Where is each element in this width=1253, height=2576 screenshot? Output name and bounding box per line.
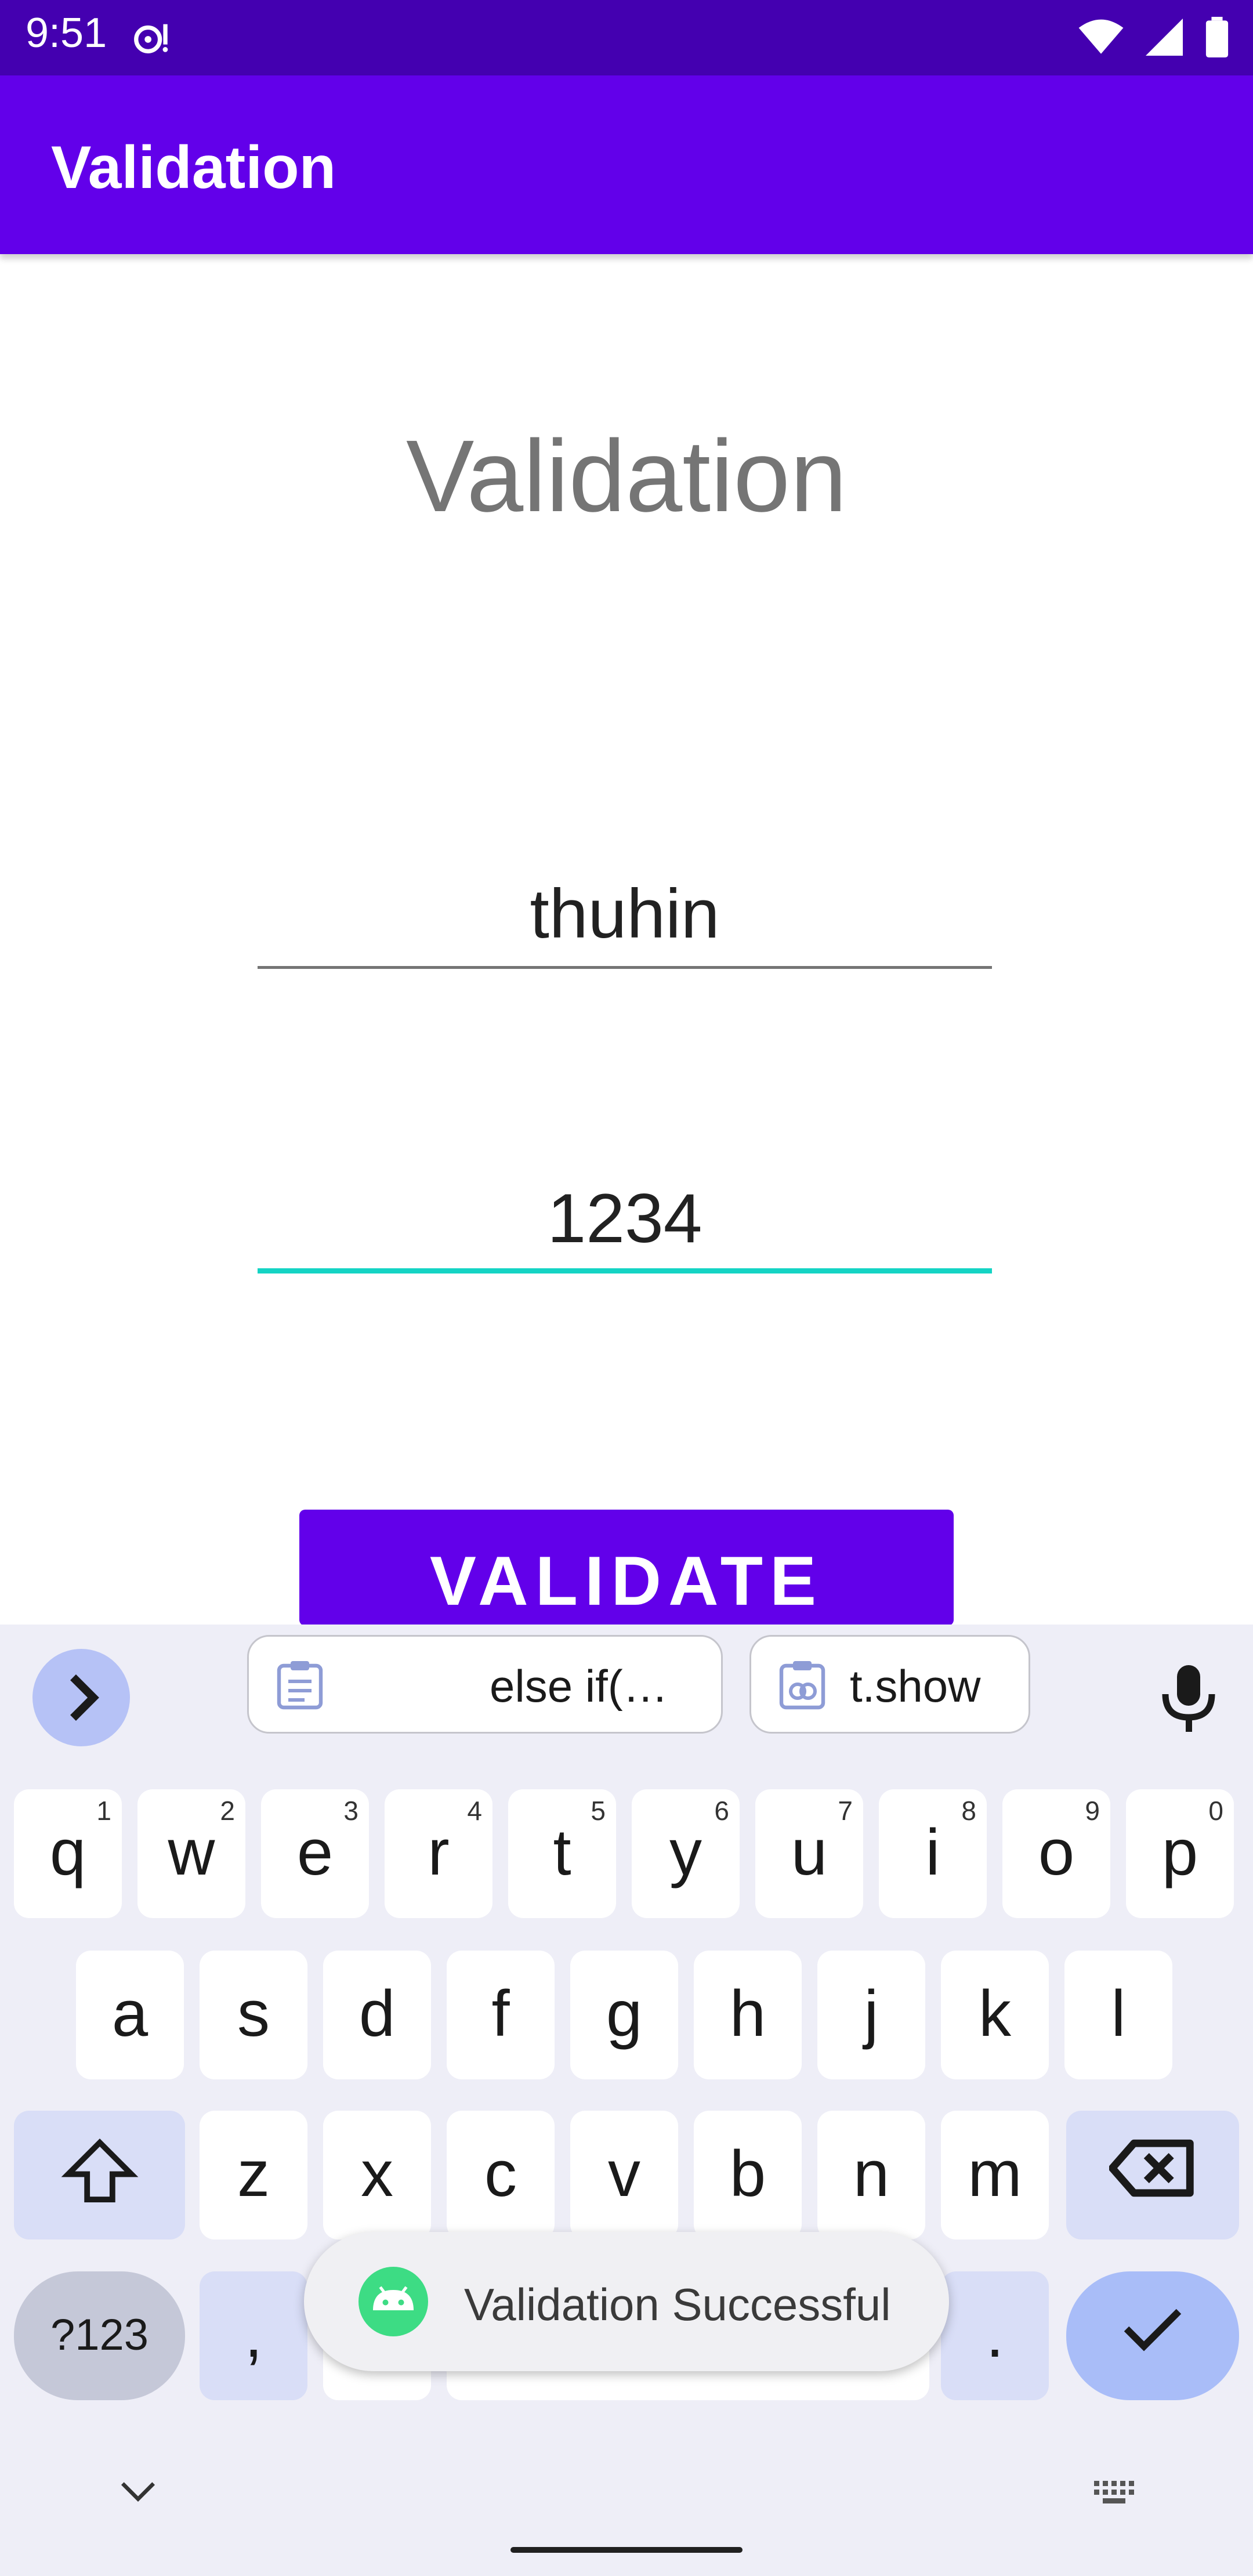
key-x[interactable]: x: [323, 2111, 431, 2239]
key-hint: 4: [467, 1796, 482, 1826]
key-hint: 3: [343, 1796, 358, 1826]
wifi-icon: [1078, 19, 1124, 54]
key-l[interactable]: l: [1064, 1951, 1172, 2079]
media-notification-icon: [134, 24, 168, 53]
key-label: w: [168, 1816, 215, 1888]
key-hint: 0: [1208, 1796, 1223, 1826]
key-e[interactable]: e3: [261, 1789, 369, 1918]
key-label: e: [296, 1816, 334, 1888]
key-hint: 6: [714, 1796, 729, 1826]
clipboard-suggestion-1[interactable]: else if(…: [247, 1635, 723, 1734]
checkmark-icon: [1124, 2309, 1182, 2351]
backspace-key[interactable]: [1066, 2111, 1239, 2239]
key-hint: 5: [591, 1796, 606, 1826]
username-value: thuhin: [530, 875, 720, 953]
password-value: 1234: [547, 1180, 702, 1257]
key-s[interactable]: s: [200, 1951, 307, 2079]
key-z[interactable]: z: [200, 2111, 307, 2239]
key-label: i: [925, 1816, 940, 1888]
key-hint: 9: [1085, 1796, 1100, 1826]
key-k[interactable]: k: [941, 1951, 1049, 2079]
key-r[interactable]: r4: [385, 1789, 492, 1918]
key-f[interactable]: f: [447, 1951, 555, 2079]
key-w[interactable]: w2: [137, 1789, 245, 1918]
toast-message: Validation Successful: [304, 2232, 949, 2371]
cellular-signal-icon: [1146, 19, 1183, 56]
key-n[interactable]: n: [817, 2111, 925, 2239]
symbols-key[interactable]: ?123: [14, 2271, 185, 2400]
shift-key[interactable]: [14, 2111, 185, 2239]
key-i[interactable]: i8: [879, 1789, 987, 1918]
shift-icon: [61, 2138, 138, 2202]
soft-keyboard: else if(… t.show: [0, 1625, 1253, 2576]
password-field[interactable]: 1234: [258, 1172, 992, 1273]
period-key[interactable]: .: [941, 2271, 1049, 2400]
key-label: t: [553, 1816, 571, 1888]
done-key[interactable]: [1066, 2271, 1239, 2400]
key-label: o: [1038, 1816, 1075, 1888]
key-v[interactable]: v: [570, 2111, 678, 2239]
status-bar: 9:51: [0, 0, 1253, 75]
battery-icon: [1205, 17, 1229, 57]
key-label: q: [49, 1816, 86, 1888]
toast-text: Validation Successful: [464, 2279, 891, 2330]
home-indicator[interactable]: [510, 2547, 743, 2553]
key-q[interactable]: q1: [14, 1789, 122, 1918]
key-label: r: [428, 1816, 450, 1888]
key-hint: 1: [96, 1796, 111, 1826]
key-d[interactable]: d: [323, 1951, 431, 2079]
key-g[interactable]: g: [570, 1951, 678, 2079]
password-underline-focused: [258, 1268, 992, 1273]
key-label: u: [791, 1816, 828, 1888]
chevron-down-icon[interactable]: [115, 2474, 161, 2509]
app-title: Validation: [51, 134, 336, 201]
comma-key[interactable]: ,: [200, 2271, 307, 2400]
key-c[interactable]: c: [447, 2111, 555, 2239]
status-time: 9:51: [26, 10, 107, 56]
key-y[interactable]: y6: [632, 1789, 740, 1918]
key-o[interactable]: o9: [1002, 1789, 1110, 1918]
key-p[interactable]: p0: [1126, 1789, 1234, 1918]
microphone-icon[interactable]: [1157, 1665, 1221, 1735]
key-label: p: [1161, 1816, 1198, 1888]
key-a[interactable]: a: [76, 1951, 184, 2079]
suggestion-text: t.show: [850, 1660, 981, 1712]
chevron-right-icon: [70, 1674, 99, 1721]
username-underline: [258, 966, 992, 969]
key-hint: 2: [220, 1796, 235, 1826]
page-heading: Validation: [406, 419, 847, 533]
key-hint: 8: [961, 1796, 976, 1826]
keyboard-icon[interactable]: [1091, 2477, 1143, 2512]
clipboard-link-icon: [779, 1661, 825, 1710]
key-label: y: [669, 1816, 702, 1888]
app-bar: Validation: [0, 75, 1253, 254]
clipboard-suggestion-2[interactable]: t.show: [749, 1635, 1030, 1734]
suggestion-text: else if(…: [490, 1660, 668, 1712]
key-j[interactable]: j: [817, 1951, 925, 2079]
expand-toolbar-button[interactable]: [32, 1649, 130, 1746]
clipboard-icon: [277, 1661, 323, 1710]
key-hint: 7: [838, 1796, 853, 1826]
key-t[interactable]: t5: [508, 1789, 616, 1918]
system-icons: [1078, 14, 1230, 60]
backspace-icon: [1108, 2139, 1194, 2197]
key-m[interactable]: m: [941, 2111, 1049, 2239]
android-icon: [358, 2267, 428, 2336]
key-u[interactable]: u7: [755, 1789, 863, 1918]
username-field[interactable]: thuhin: [258, 867, 992, 969]
key-h[interactable]: h: [694, 1951, 802, 2079]
key-b[interactable]: b: [694, 2111, 802, 2239]
validate-button[interactable]: VALIDATE: [299, 1510, 954, 1626]
